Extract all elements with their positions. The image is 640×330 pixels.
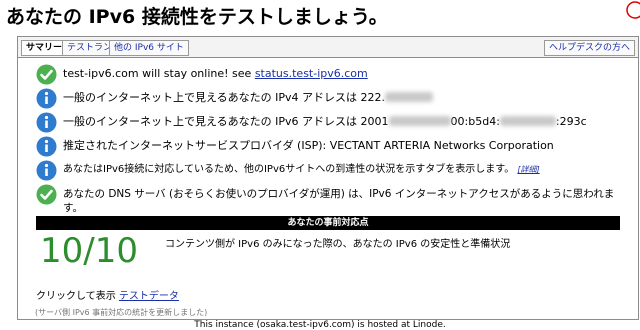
redacted-address bbox=[388, 116, 451, 126]
test-data-link[interactable]: テストデータ bbox=[119, 291, 179, 302]
redacted-address bbox=[385, 92, 434, 102]
blue-info-icon bbox=[36, 136, 57, 157]
page: あなたの IPv6 接続性をテストしましょう。 サマリー テストラン 他の IP… bbox=[0, 0, 640, 330]
dns-text-cont: す。 bbox=[63, 202, 83, 214]
readiness-header: あなたの事前対応点 bbox=[36, 216, 620, 230]
ipv6-address-text: 一般のインターネット上で見えるあなたの IPv6 アドレスは 2001 bbox=[63, 115, 389, 128]
stats-note: (サーバ側 IPv6 事前対応の統計を更新しました) bbox=[35, 308, 208, 317]
page-title: あなたの IPv6 接続性をテストしましょう。 bbox=[6, 6, 388, 28]
site-logo-icon bbox=[626, 1, 640, 19]
tab-helpdesk[interactable]: ヘルプデスクの方へ bbox=[543, 40, 635, 56]
blue-info-icon bbox=[36, 160, 57, 181]
green-check-icon bbox=[36, 184, 57, 205]
footer: This instance (osaka.test-ipv6.com) is h… bbox=[194, 320, 446, 330]
tab-bar: サマリー テストラン 他の IPv6 サイト ヘルプデスクの方へ bbox=[18, 37, 638, 58]
dns-text: あなたの DNS サーバ (おそらくお使いのプロバイダが運用) は、IPv6 イ… bbox=[63, 188, 615, 200]
blue-info-icon bbox=[36, 112, 57, 133]
tab-panel: サマリー テストラン 他の IPv6 サイト ヘルプデスクの方へ test-ip… bbox=[17, 36, 639, 320]
tab-summary[interactable]: サマリー bbox=[21, 40, 68, 56]
isp-text: 推定されたインターネットサービスプロバイダ (ISP): VECTANT ART… bbox=[63, 139, 554, 152]
ipv6-address-tail: :293c bbox=[555, 115, 587, 128]
blue-info-icon bbox=[36, 88, 57, 109]
redacted-address bbox=[499, 116, 556, 126]
tab-other-ipv6-sites[interactable]: 他の IPv6 サイト bbox=[109, 40, 189, 56]
ipv4-address-text: 一般のインターネット上で見えるあなたの IPv4 アドレスは 222. bbox=[63, 91, 386, 104]
result-text: test-ipv6.com will stay online! see bbox=[63, 67, 255, 80]
readiness-score: 10/10 bbox=[40, 231, 138, 271]
ipv6-tabs-text: あなたはIPv6接続に対応しているため、他のIPv6サイトへの到達性の状況を示す… bbox=[63, 164, 515, 175]
status-link[interactable]: status.test-ipv6.com bbox=[255, 67, 368, 80]
details-link[interactable]: [詳細] bbox=[517, 165, 539, 174]
green-check-icon bbox=[36, 64, 57, 85]
ipv6-address-mid: 00:b5d4: bbox=[450, 115, 500, 128]
test-data-row: クリックして表示 テストデータ bbox=[36, 287, 179, 302]
test-data-prefix: クリックして表示 bbox=[36, 291, 116, 302]
readiness-description: コンテンツ側が IPv6 のみになった際の、あなたの IPv6 の安定性と準備状… bbox=[165, 239, 511, 250]
